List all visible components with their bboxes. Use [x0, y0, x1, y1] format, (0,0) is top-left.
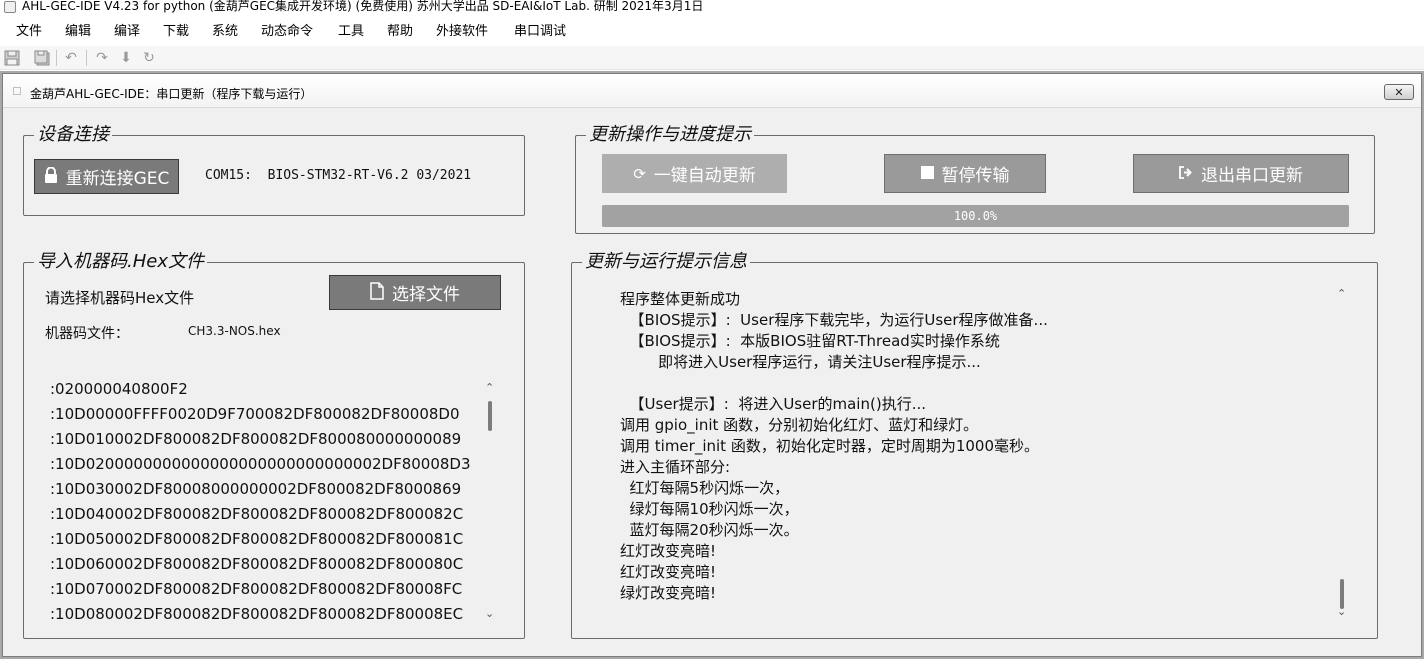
hex-line: :10D060002DF800082DF800082DF800082DF8000…: [50, 555, 464, 573]
save-icon[interactable]: [3, 49, 21, 67]
hex-line: :10D0200000000000000000000000000002DF800…: [50, 455, 471, 473]
update-operation-group: 更新操作与进度提示 ⟳ 一键自动更新 暂停传输 退出串口更新 100.0%: [575, 123, 1375, 234]
window-title: AHL-GEC-IDE V4.23 for python (金葫芦GEC集成开发…: [22, 0, 704, 13]
menu-tools[interactable]: 工具: [338, 23, 364, 41]
choose-file-button[interactable]: 选择文件: [329, 275, 501, 310]
menu-system[interactable]: 系统: [212, 23, 238, 41]
hex-line: :020000040800F2: [50, 380, 188, 398]
dialog-title: 金葫芦AHL-GEC-IDE：串口更新（程序下载与运行）: [30, 87, 313, 101]
menu-external-software[interactable]: 外接软件: [436, 23, 488, 41]
toolbar: ↶ ↷ ⬇ ↻: [0, 46, 1424, 70]
message-line: 蓝灯每隔20秒闪烁一次。: [620, 521, 799, 539]
auto-update-button[interactable]: ⟳ 一键自动更新: [602, 154, 787, 193]
message-line: 调用 timer_init 函数，初始化定时器，定时周期为1000毫秒。: [620, 437, 1039, 455]
progress-text: 100.0%: [953, 209, 998, 223]
hex-line: :10D080002DF800082DF800082DF800082DF8000…: [50, 605, 464, 623]
exit-update-button-label: 退出串口更新: [1201, 166, 1303, 186]
menu-help[interactable]: 帮助: [387, 23, 413, 41]
device-connection-title: 设备连接: [34, 123, 112, 147]
stop-icon: [920, 165, 934, 183]
refresh-icon[interactable]: ↻: [140, 49, 158, 67]
hex-file-label: 机器码文件：: [45, 326, 129, 342]
hex-line: :10D040002DF800082DF800082DF800082DF8000…: [50, 505, 464, 523]
message-line: 红灯改变亮暗!: [620, 542, 717, 560]
toolbar-separator: [86, 50, 87, 66]
redo-icon[interactable]: ↷: [93, 49, 111, 67]
message-line: 绿灯改变亮暗!: [620, 584, 717, 602]
message-line: 红灯改变亮暗!: [620, 563, 717, 581]
message-line: 即将进入User程序运行，请关注User程序提示...: [620, 353, 981, 371]
run-messages-group: 更新与运行提示信息 程序整体更新成功 【BIOS提示】: User程序下载完毕，…: [571, 250, 1378, 639]
dialog-icon: [13, 87, 21, 95]
menu-serial-debug[interactable]: 串口调试: [514, 23, 566, 41]
run-messages-title: 更新与运行提示信息: [582, 250, 750, 274]
message-line: 绿灯每隔10秒闪烁一次，: [620, 500, 799, 518]
title-bar: AHL-GEC-IDE V4.23 for python (金葫芦GEC集成开发…: [0, 0, 1424, 18]
hex-scroll-down-icon[interactable]: ⌄: [485, 607, 494, 620]
messages-scroll-down-icon[interactable]: ⌄: [1337, 605, 1346, 618]
app-icon: [4, 1, 16, 13]
dialog-frame: 金葫芦AHL-GEC-IDE：串口更新（程序下载与运行） ✕ 设备连接 重新连接…: [2, 73, 1422, 657]
save-all-icon[interactable]: [33, 49, 51, 67]
hex-scrollbar-thumb[interactable]: [488, 401, 492, 431]
hex-file-name: CH3.3-NOS.hex: [188, 324, 281, 338]
menu-download[interactable]: 下载: [163, 23, 189, 41]
reconnect-button[interactable]: 重新连接GEC: [34, 159, 179, 194]
menu-dynamic-command[interactable]: 动态命令: [261, 23, 313, 41]
download-icon[interactable]: ⬇: [117, 49, 135, 67]
device-status: COM15: BIOS-STM32-RT-V6.2 03/2021: [205, 168, 472, 183]
message-line: 程序整体更新成功: [620, 290, 741, 308]
hex-line: :10D030002DF80008000000002DF800082DF8000…: [50, 480, 462, 498]
exit-update-button[interactable]: 退出串口更新: [1133, 154, 1349, 193]
pause-button-label: 暂停传输: [941, 166, 1010, 186]
hex-line: :10D050002DF800082DF800082DF800082DF8000…: [50, 530, 464, 548]
message-line: 调用 gpio_init 函数，分别初始化红灯、蓝灯和绿灯。: [620, 416, 979, 434]
serial-update-dialog: 金葫芦AHL-GEC-IDE：串口更新（程序下载与运行） ✕ 设备连接 重新连接…: [0, 71, 1424, 659]
messages-scroll-up-icon[interactable]: ⌃: [1337, 287, 1346, 300]
dialog-content: 设备连接 重新连接GEC COM15: BIOS-STM32-RT-V6.2 0…: [3, 109, 1421, 656]
message-line: 【User提示】: 将进入User的main()执行...: [620, 395, 926, 413]
device-connection-group: 设备连接 重新连接GEC COM15: BIOS-STM32-RT-V6.2 0…: [23, 123, 525, 216]
run-messages-list[interactable]: 程序整体更新成功 【BIOS提示】: User程序下载完毕，为运行User程序做…: [620, 289, 1320, 604]
file-icon: [370, 281, 384, 304]
toolbar-separator: [56, 50, 57, 66]
hex-prompt: 请选择机器码Hex文件: [45, 289, 195, 307]
message-line: 红灯每隔5秒闪烁一次，: [620, 479, 790, 497]
update-progress-bar: 100.0%: [602, 205, 1349, 227]
hex-file-title: 导入机器码.Hex文件: [34, 250, 207, 274]
message-line: [620, 373, 1320, 394]
menu-edit[interactable]: 编辑: [65, 23, 91, 41]
hex-line: :10D070002DF800082DF800082DF800082DF8000…: [50, 580, 463, 598]
close-button[interactable]: ✕: [1384, 84, 1414, 100]
menu-compile[interactable]: 编译: [114, 23, 140, 41]
lock-icon: [44, 166, 58, 187]
undo-icon[interactable]: ↶: [62, 49, 80, 67]
update-operation-title: 更新操作与进度提示: [586, 123, 754, 147]
message-line: 进入主循环部分:: [620, 458, 731, 476]
reconnect-button-label: 重新连接GEC: [65, 169, 170, 189]
sign-out-icon: [1179, 165, 1193, 183]
sync-icon: ⟳: [633, 164, 646, 183]
message-line: 【BIOS提示】: 本版BIOS驻留RT-Thread实时操作系统: [620, 332, 1000, 350]
app-window: AHL-GEC-IDE V4.23 for python (金葫芦GEC集成开发…: [0, 0, 1424, 659]
pause-button[interactable]: 暂停传输: [884, 154, 1046, 193]
hex-file-group: 导入机器码.Hex文件 请选择机器码Hex文件 选择文件 机器码文件： CH3.…: [23, 250, 525, 639]
choose-file-button-label: 选择文件: [392, 285, 460, 305]
auto-update-button-label: 一键自动更新: [653, 166, 756, 186]
hex-line: :10D010002DF800082DF800082DF800080000000…: [50, 430, 462, 448]
hex-line: :10D00000FFFF0020D9F700082DF800082DF8000…: [50, 405, 460, 423]
hex-content-list[interactable]: :020000040800F2 :10D00000FFFF0020D9F7000…: [50, 377, 490, 627]
dialog-title-bar: 金葫芦AHL-GEC-IDE：串口更新（程序下载与运行） ✕: [3, 74, 1421, 108]
menu-file[interactable]: 文件: [16, 23, 42, 41]
message-line: 【BIOS提示】: User程序下载完毕，为运行User程序做准备...: [620, 311, 1048, 329]
hex-scroll-up-icon[interactable]: ⌃: [485, 381, 494, 394]
menu-bar: 文件 编辑 编译 下载 系统 动态命令 工具 帮助 外接软件 串口调试: [0, 21, 1424, 43]
